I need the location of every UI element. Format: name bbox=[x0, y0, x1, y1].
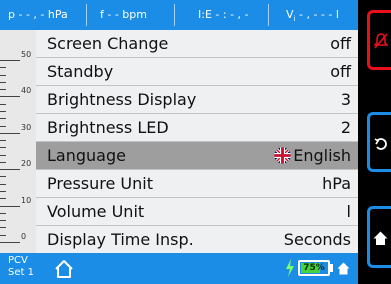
menu-item-label: Pressure Unit bbox=[47, 174, 153, 193]
menu-item-label: Standby bbox=[47, 62, 114, 81]
uk-flag-icon bbox=[274, 147, 291, 164]
menu-item-screen-change[interactable]: Screen Change off bbox=[36, 30, 358, 58]
menu-item-volume-unit[interactable]: Volume Unit l bbox=[36, 198, 358, 226]
divider bbox=[86, 4, 87, 26]
scale-tick bbox=[0, 81, 6, 83]
menu-item-brightness-display[interactable]: Brightness Display 3 bbox=[36, 86, 358, 114]
charging-bolt-icon bbox=[286, 259, 294, 277]
menu-item-label: Volume Unit bbox=[47, 202, 145, 221]
scale-label: 0 bbox=[21, 232, 27, 241]
scale-tick bbox=[0, 74, 6, 76]
scale-tick bbox=[0, 96, 20, 98]
menu-item-value: Seconds bbox=[283, 230, 351, 249]
status-bar: p - - , - hPa f - - bpm I:E - : - , - Vi… bbox=[0, 0, 358, 30]
menu-item-pressure-unit[interactable]: Pressure Unit hPa bbox=[36, 170, 358, 198]
menu-item-standby[interactable]: Standby off bbox=[36, 58, 358, 86]
ie-ratio-readout: I:E - : - , - bbox=[198, 8, 249, 21]
ventilation-mode[interactable]: PCV Set 1 bbox=[8, 255, 34, 279]
scale-label: 40 bbox=[21, 86, 32, 96]
menu-item-value: l bbox=[346, 202, 351, 221]
menu-item-label: Screen Change bbox=[47, 34, 169, 53]
bottom-status-bar: PCV Set 1 75% bbox=[0, 253, 358, 284]
scale-tick bbox=[0, 154, 6, 156]
scale-tick bbox=[0, 234, 6, 236]
scale-tick bbox=[0, 147, 6, 149]
battery-tip bbox=[330, 264, 333, 272]
scale-tick bbox=[0, 60, 20, 61]
scale-label: 50 bbox=[21, 50, 32, 59]
scale-tick bbox=[0, 118, 6, 120]
menu-item-label: Brightness LED bbox=[47, 118, 169, 137]
scale-tick bbox=[0, 205, 20, 207]
scale-tick bbox=[0, 176, 6, 178]
scale-tick bbox=[0, 89, 6, 91]
scale-label: 10 bbox=[21, 195, 32, 205]
battery-indicator: 75% bbox=[298, 260, 330, 276]
menu-item-display-time-insp[interactable]: Display Time Insp. Seconds bbox=[36, 226, 358, 254]
scale-tick bbox=[0, 212, 6, 214]
menu-item-brightness-led[interactable]: Brightness LED 2 bbox=[36, 114, 358, 142]
scale-tick bbox=[0, 183, 6, 185]
menu-item-value: off bbox=[330, 34, 351, 53]
scale-tick bbox=[0, 103, 6, 105]
side-keys bbox=[358, 0, 391, 284]
menu-item-label: Brightness Display bbox=[47, 90, 197, 109]
alarm-silence-key[interactable] bbox=[367, 10, 391, 70]
scale-label: 20 bbox=[21, 159, 32, 169]
scale-label: 30 bbox=[21, 122, 32, 132]
scale-tick bbox=[0, 198, 6, 200]
divider bbox=[268, 4, 269, 26]
menu-item-label: Language bbox=[47, 146, 126, 165]
alarm-mute-icon bbox=[374, 33, 388, 49]
menu-item-value: 2 bbox=[340, 118, 351, 137]
home-icon bbox=[373, 231, 388, 245]
scale-tick bbox=[0, 191, 6, 193]
menu-item-language[interactable]: Language English bbox=[36, 142, 358, 170]
undo-icon bbox=[374, 138, 387, 150]
pressure-scale: 50 40 30 20 10 0 bbox=[0, 30, 37, 253]
scale-tick bbox=[0, 140, 6, 142]
scale-tick bbox=[0, 242, 20, 243]
divider bbox=[174, 4, 175, 26]
battery-percent: 75% bbox=[303, 263, 325, 273]
scale-tick bbox=[0, 110, 6, 112]
scale-tick bbox=[0, 161, 6, 163]
scale-tick bbox=[0, 125, 6, 127]
scale-tick bbox=[0, 169, 20, 171]
frequency-readout: f - - bpm bbox=[100, 8, 147, 21]
scale-tick bbox=[0, 220, 6, 222]
scale-tick bbox=[0, 227, 6, 229]
menu-item-value: hPa bbox=[322, 174, 351, 193]
home-icon[interactable] bbox=[53, 258, 75, 280]
scale-tick bbox=[0, 132, 20, 134]
home-key[interactable] bbox=[367, 206, 391, 268]
menu-item-value: English bbox=[274, 142, 351, 169]
menu-item-label: Display Time Insp. bbox=[47, 230, 194, 249]
back-key[interactable] bbox=[367, 112, 391, 172]
pressure-readout: p - - , - hPa bbox=[8, 8, 68, 21]
mains-power-icon bbox=[337, 262, 350, 275]
menu-item-value: 3 bbox=[340, 90, 351, 109]
volume-readout: Vi - , - - - l bbox=[286, 8, 339, 24]
menu-item-value: off bbox=[330, 62, 351, 81]
settings-menu: Screen Change off Standby off Brightness… bbox=[36, 30, 358, 253]
scale-tick bbox=[0, 67, 6, 69]
